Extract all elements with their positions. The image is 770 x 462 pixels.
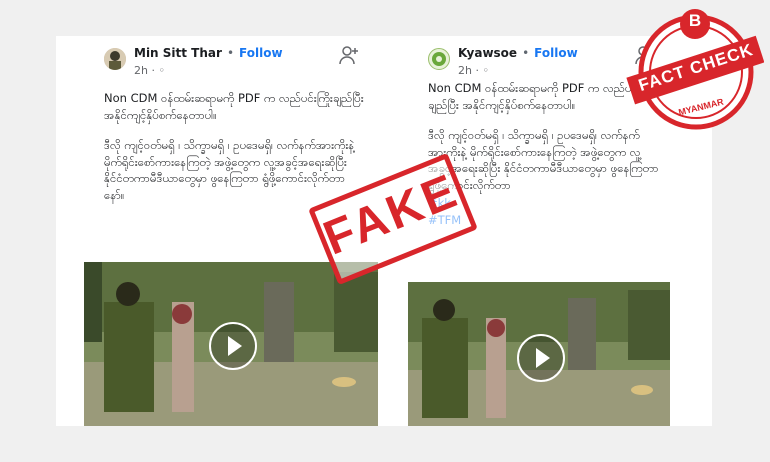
user-name[interactable]: Min Sitt Thar xyxy=(134,46,222,60)
post-paragraph: ဒီလို ကျင့်ဝတ်မရှိ ၊ သိက္ခာမရှိ ၊ ဥပဒေမရ… xyxy=(104,138,355,202)
user-add-icon[interactable] xyxy=(338,44,360,66)
follow-button[interactable]: Follow xyxy=(239,46,283,60)
avatar[interactable] xyxy=(428,48,450,70)
follow-button[interactable]: Follow xyxy=(534,46,578,60)
avatar[interactable] xyxy=(104,48,126,70)
post-header: Min Sitt Thar • Follow 2h · ◦ xyxy=(104,44,378,84)
play-icon[interactable] xyxy=(209,322,257,370)
post-paragraph: ဒီလို ကျင့်ဝတ်မရှိ ၊ သိက္ခာမရှိ ၊ ဥပဒေမရ… xyxy=(428,128,659,192)
video-thumbnail-left[interactable] xyxy=(84,262,378,426)
globe-icon: ◦ xyxy=(482,64,489,77)
badge-letter: B xyxy=(688,11,702,30)
time-label: 2h xyxy=(458,64,472,77)
post-time: 2h · ◦ xyxy=(134,64,165,77)
post-time: 2h · ◦ xyxy=(458,64,489,77)
globe-icon: ◦ xyxy=(158,64,165,77)
video-thumbnail-right[interactable] xyxy=(408,282,670,426)
name-line: Kyawsoe • Follow xyxy=(458,46,578,60)
separator-dot: • xyxy=(522,46,530,60)
post-text: Non CDM ဝန်ထမ်းဆရာမကို PDF က လည်ပင်းကြို… xyxy=(104,90,364,217)
name-line: Min Sitt Thar • Follow xyxy=(134,46,283,60)
post-paragraph: Non CDM ဝန်ထမ်းဆရာမကို PDF က လည်ပင်းကြို… xyxy=(104,91,364,122)
play-icon[interactable] xyxy=(517,334,565,382)
time-label: 2h xyxy=(134,64,148,77)
separator-dot: • xyxy=(226,46,235,60)
user-name[interactable]: Kyawsoe xyxy=(458,46,517,60)
fact-check-badge: B FACT CHECK MYANMAR xyxy=(626,6,765,134)
